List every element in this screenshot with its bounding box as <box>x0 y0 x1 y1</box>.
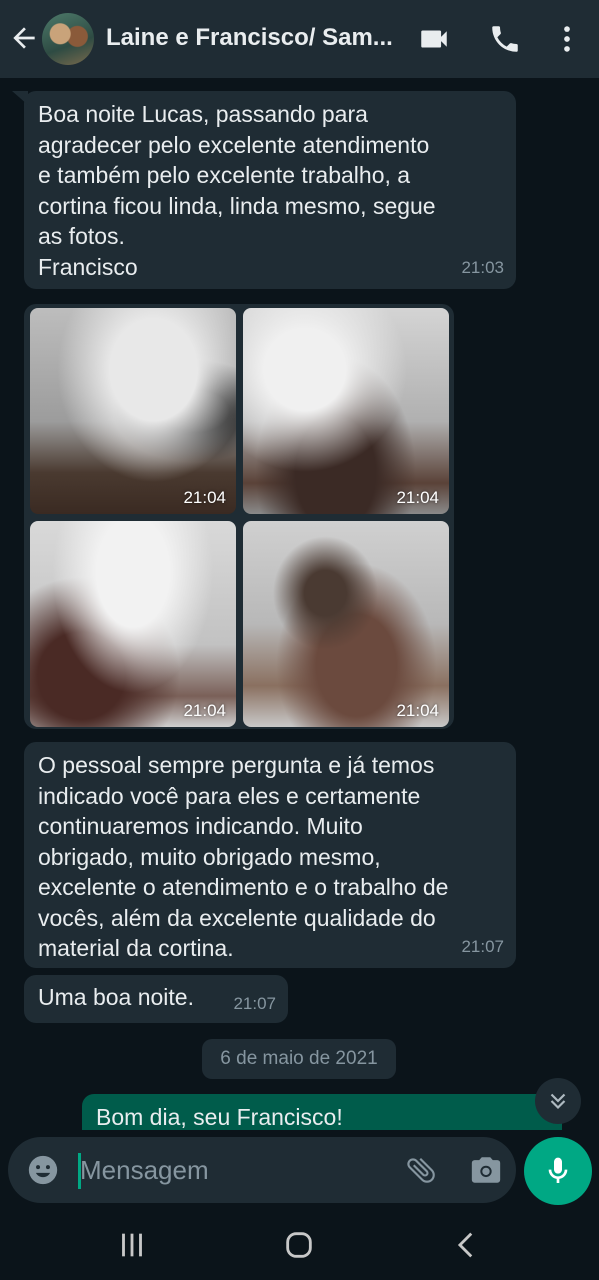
photo-album[interactable]: 21:04 21:04 21:04 21:04 <box>24 304 454 729</box>
photo-thumbnail[interactable]: 21:04 <box>30 521 236 727</box>
avatar[interactable] <box>42 13 94 65</box>
message-input[interactable] <box>80 1151 380 1189</box>
back-arrow-icon[interactable] <box>8 22 40 54</box>
message-time: 21:07 <box>461 936 504 956</box>
photo-thumbnail[interactable]: 21:04 <box>30 308 236 514</box>
chat-messages[interactable]: Boa noite Lucas, passando para agradecer… <box>0 78 599 1130</box>
attach-icon[interactable] <box>404 1153 438 1187</box>
message-bubble[interactable]: Uma boa noite. 21:07 <box>24 975 288 1023</box>
system-navigation-bar <box>0 1210 599 1280</box>
recent-apps-icon[interactable] <box>114 1228 150 1262</box>
emoji-icon[interactable] <box>26 1153 60 1187</box>
chat-header: Laine e Francisco/ Sam... <box>0 0 599 78</box>
message-composer <box>8 1137 516 1203</box>
message-text: Bom dia, seu Francisco! <box>96 1104 343 1130</box>
message-time: 21:03 <box>461 257 504 277</box>
message-bubble[interactable]: O pessoal sempre pergunta e já temos ind… <box>24 742 516 968</box>
more-options-icon[interactable] <box>550 22 584 56</box>
outgoing-message-bubble[interactable]: Bom dia, seu Francisco! <box>82 1094 562 1130</box>
message-text: Boa noite Lucas, passando para agradecer… <box>38 101 436 280</box>
camera-icon[interactable] <box>468 1153 504 1187</box>
microphone-icon <box>548 1157 568 1183</box>
message-time: 21:07 <box>233 993 276 1013</box>
photo-thumbnail[interactable]: 21:04 <box>243 308 449 514</box>
message-text: O pessoal sempre pergunta e já temos ind… <box>38 752 449 961</box>
video-call-icon[interactable] <box>417 22 451 56</box>
back-nav-icon[interactable] <box>449 1228 485 1262</box>
scroll-to-bottom-button[interactable] <box>535 1078 581 1124</box>
voice-call-icon[interactable] <box>488 22 522 56</box>
chat-title[interactable]: Laine e Francisco/ Sam... <box>106 24 401 52</box>
photo-time: 21:04 <box>183 701 226 720</box>
photo-thumbnail[interactable]: 21:04 <box>243 521 449 727</box>
photo-time: 21:04 <box>396 701 439 720</box>
photo-time: 21:04 <box>396 488 439 507</box>
date-separator: 6 de maio de 2021 <box>202 1039 396 1079</box>
voice-message-button[interactable] <box>524 1137 592 1205</box>
bubble-tail <box>12 91 28 105</box>
photo-time: 21:04 <box>183 488 226 507</box>
message-text: Uma boa noite. <box>38 984 194 1010</box>
double-chevron-down-icon <box>550 1093 566 1110</box>
home-icon[interactable] <box>281 1228 317 1262</box>
message-bubble[interactable]: Boa noite Lucas, passando para agradecer… <box>24 91 516 289</box>
